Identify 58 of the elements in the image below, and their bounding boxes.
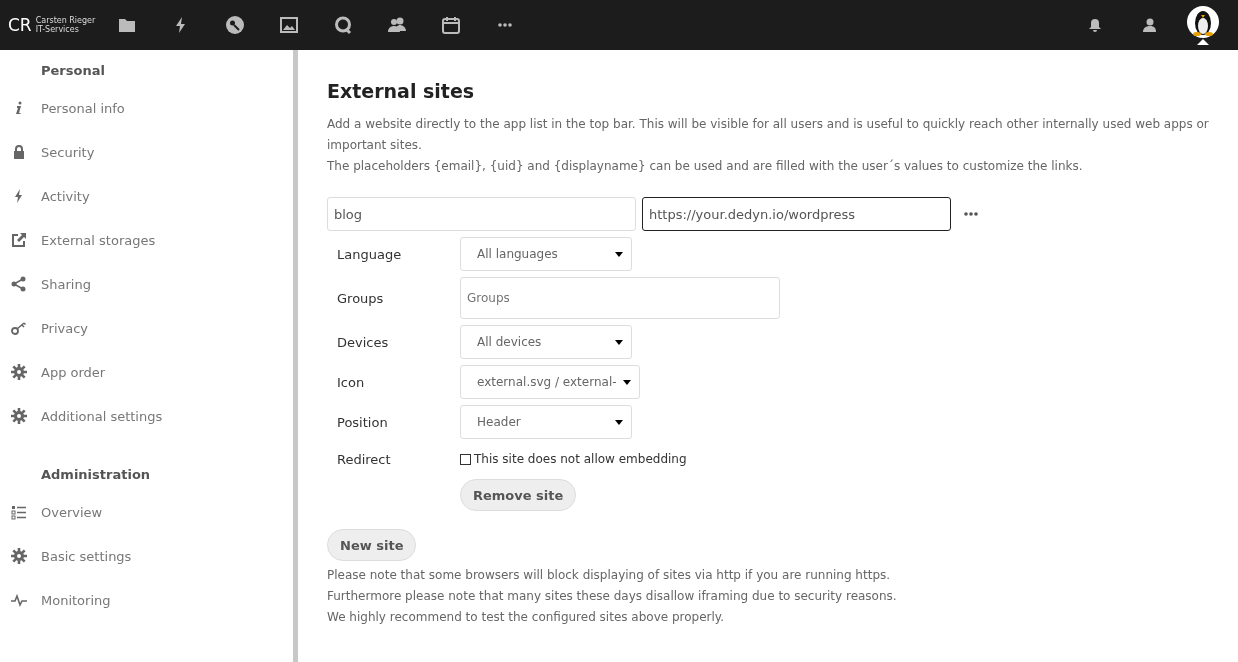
checkbox[interactable] — [460, 453, 471, 465]
people-icon[interactable] — [387, 15, 407, 35]
section-title: Administration — [40, 466, 152, 484]
remove-site-button[interactable]: Remove site — [460, 479, 577, 511]
note-text: Please note that some browsers will block displaying of sites via http if you are running https. — [327, 567, 892, 584]
groups-field[interactable]: Groups — [460, 277, 780, 319]
sidebar-item[interactable]: Activity — [0, 174, 293, 218]
gear-icon — [11, 408, 27, 424]
sidebar-item[interactable]: Sharing — [0, 262, 293, 306]
sidebar-item[interactable]: Privacy — [0, 306, 293, 350]
pulse-icon — [11, 592, 27, 608]
sidebar-item[interactable]: Security — [0, 130, 293, 174]
sidebar-item[interactable]: Basic settings — [0, 534, 293, 578]
lock-icon — [11, 144, 27, 160]
checkbox-label: This site does not allow embedding — [474, 452, 687, 466]
sidebar-item[interactable]: External storages — [0, 218, 293, 262]
caret-icon — [615, 251, 623, 257]
page-title: External sites — [327, 80, 476, 102]
field-label: Icon — [337, 374, 366, 390]
share-icon — [11, 276, 27, 292]
sidebar-item[interactable]: Overview — [0, 490, 293, 534]
description-text: The placeholders {email}, {uid} and {displayname} can be used and are filled with the user´s values to customize the links. — [327, 158, 1084, 175]
name-field[interactable]: blog — [327, 197, 636, 231]
field-label: Position — [337, 414, 389, 430]
field-label: Groups — [337, 290, 385, 306]
list-icon — [11, 504, 27, 520]
field-label: Devices — [337, 334, 390, 350]
dropdown[interactable]: All languages — [460, 237, 632, 271]
avatar-penguin-icon[interactable] — [1186, 5, 1220, 45]
person-icon[interactable] — [1141, 17, 1157, 33]
gear-icon — [11, 548, 27, 564]
caret-icon — [615, 339, 623, 345]
dropdown[interactable]: Header — [460, 405, 632, 439]
bell-icon[interactable] — [1088, 18, 1102, 32]
sidebar-item[interactable]: Monitoring — [0, 578, 293, 622]
sidebar-item[interactable]: App order — [0, 350, 293, 394]
dropdown[interactable]: external.svg / external- — [460, 365, 640, 399]
note-text: Furthermore please note that many sites these days disallow iframing due to security reasons. — [327, 588, 898, 605]
image-icon[interactable] — [279, 15, 299, 35]
chat-icon[interactable] — [333, 15, 353, 35]
caret-icon — [615, 419, 623, 425]
sidebar-item[interactable]: Additional settings — [0, 394, 293, 438]
description-text: Add a website directly to the app list in the top bar. This will be visible for all users and is useful to quickly reach other internally used web apps or important sites. — [327, 116, 1209, 154]
url-field[interactable]: https://your.dedyn.io/wordpress — [642, 197, 951, 231]
more-icon[interactable] — [964, 212, 978, 216]
new-site-button[interactable]: New site — [327, 529, 417, 561]
note-text: We highly recommend to test the configured sites above properly. — [327, 609, 726, 626]
external-link-icon — [11, 232, 27, 248]
field-label: Redirect — [337, 451, 392, 467]
key-icon — [11, 320, 27, 336]
field-label: Language — [337, 246, 403, 262]
key-icon[interactable] — [225, 15, 245, 35]
dropdown[interactable]: All devices — [460, 325, 632, 359]
caret-icon — [622, 379, 631, 385]
section-title: Personal — [40, 62, 106, 80]
gear-icon — [11, 364, 27, 380]
sidebar-item[interactable]: Personal info — [0, 86, 293, 130]
calendar-icon[interactable] — [441, 15, 461, 35]
